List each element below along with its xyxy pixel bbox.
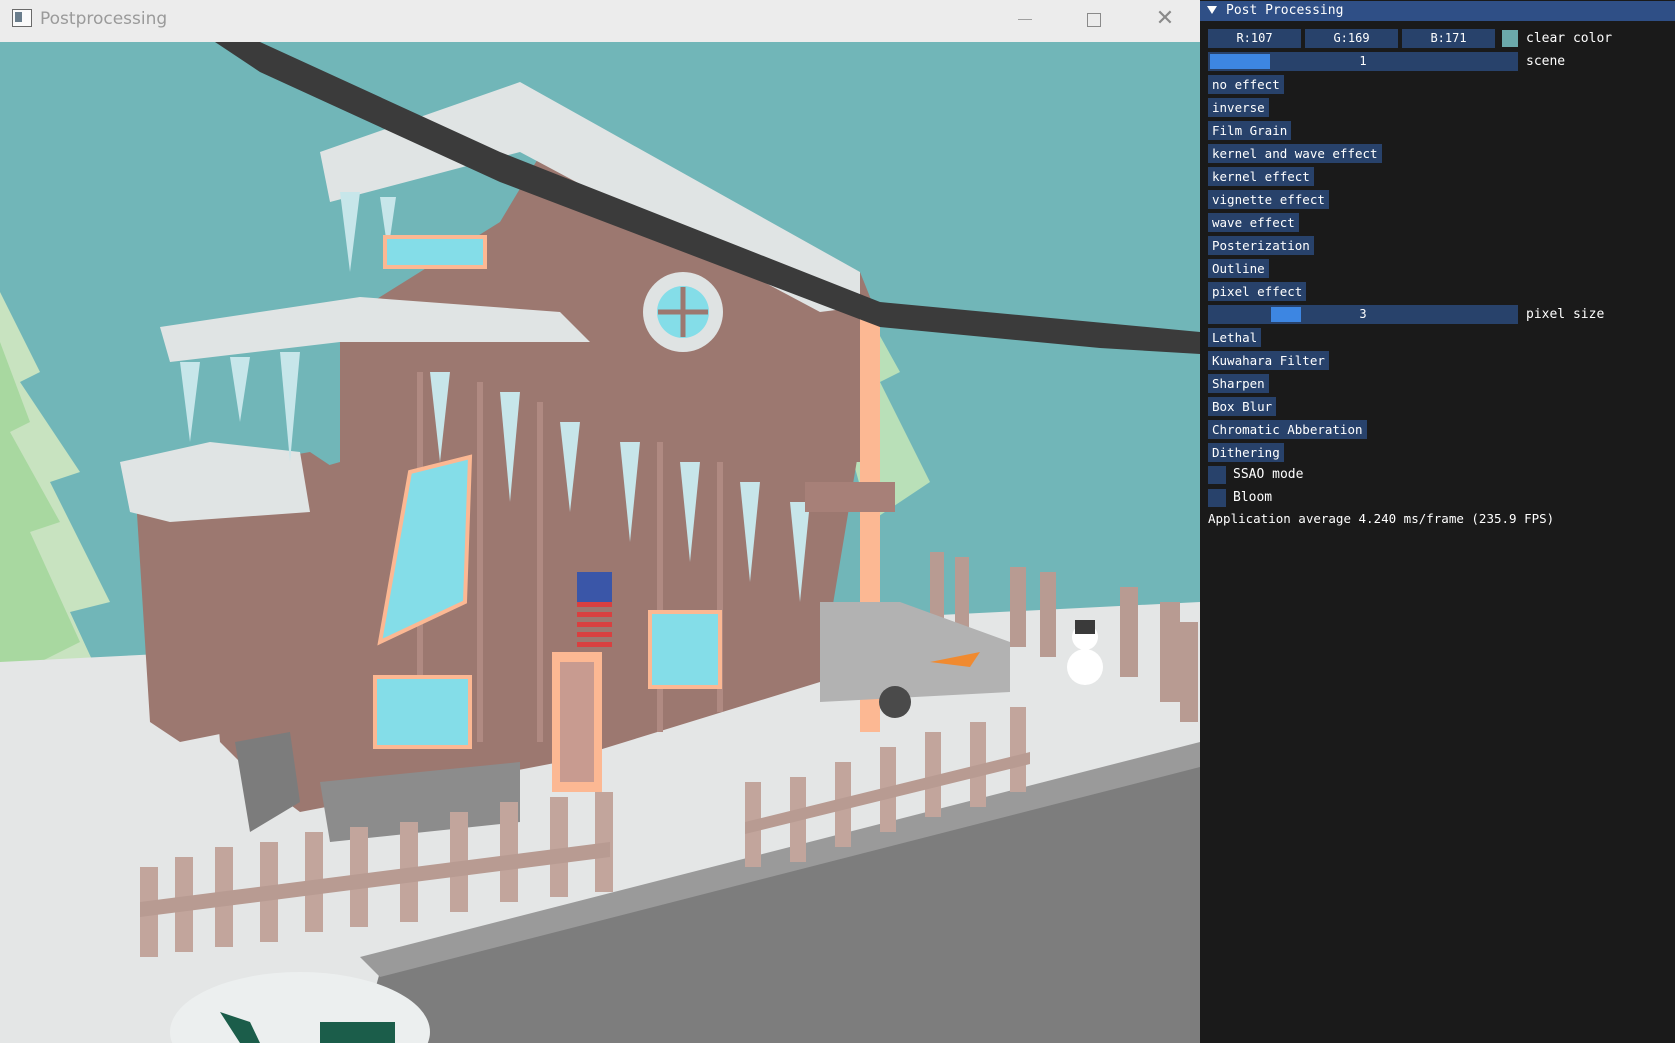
box-blur-button[interactable]: Box Blur: [1208, 397, 1277, 416]
clear-color-r-field[interactable]: R:107: [1208, 29, 1301, 48]
panel-header[interactable]: Post Processing: [1200, 1, 1675, 21]
clear-color-label: clear color: [1526, 31, 1613, 46]
kernel-and-wave-button[interactable]: kernel and wave effect: [1208, 144, 1382, 163]
lethal-button[interactable]: Lethal: [1208, 328, 1262, 347]
app-icon: [12, 9, 32, 27]
ssao-mode-checkbox[interactable]: [1208, 466, 1226, 484]
clear-color-b-field[interactable]: B:171: [1402, 29, 1495, 48]
kuwahara-filter-button[interactable]: Kuwahara Filter: [1208, 351, 1329, 370]
dithering-button[interactable]: Dithering: [1208, 443, 1284, 462]
render-viewport[interactable]: [0, 42, 1200, 1043]
panel-title: Post Processing: [1226, 3, 1344, 18]
window-title: Postprocessing: [40, 9, 168, 29]
pixel-size-slider[interactable]: 3: [1208, 305, 1518, 324]
maximize-button[interactable]: [1076, 6, 1112, 34]
clear-color-g-field[interactable]: G:169: [1305, 29, 1398, 48]
minimize-button[interactable]: [1007, 6, 1043, 34]
vignette-effect-button[interactable]: vignette effect: [1208, 190, 1329, 209]
chromatic-abberation-button[interactable]: Chromatic Abberation: [1208, 420, 1367, 439]
snowy-house-scene: [0, 42, 1200, 1043]
title-bar[interactable]: Postprocessing ✕: [0, 0, 1200, 42]
scene-slider[interactable]: 1: [1208, 52, 1518, 71]
kernel-effect-button[interactable]: kernel effect: [1208, 167, 1314, 186]
scene-slider-value: 1: [1359, 54, 1367, 68]
no-effect-button[interactable]: no effect: [1208, 75, 1284, 94]
scene-slider-label: scene: [1526, 54, 1566, 69]
bloom-label: Bloom: [1233, 490, 1273, 505]
ssao-mode-label: SSAO mode: [1233, 467, 1304, 482]
pixel-size-slider-value: 3: [1359, 307, 1367, 321]
app-window: Postprocessing ✕: [0, 0, 1200, 1043]
pixel-size-label: pixel size: [1526, 307, 1605, 322]
fps-readout: Application average 4.240 ms/frame (235.…: [1208, 511, 1555, 526]
posterization-button[interactable]: Posterization: [1208, 236, 1314, 255]
film-grain-button[interactable]: Film Grain: [1208, 121, 1292, 140]
wave-effect-button[interactable]: wave effect: [1208, 213, 1299, 232]
close-button[interactable]: ✕: [1147, 6, 1183, 34]
post-processing-panel: Post Processing R:107 G:169 B:171 clear …: [1200, 0, 1675, 1043]
sharpen-button[interactable]: Sharpen: [1208, 374, 1269, 393]
collapse-arrow-icon[interactable]: [1207, 6, 1217, 14]
clear-color-swatch[interactable]: [1502, 30, 1518, 47]
pixel-effect-button[interactable]: pixel effect: [1208, 282, 1307, 301]
outline-button[interactable]: Outline: [1208, 259, 1269, 278]
inverse-button[interactable]: inverse: [1208, 98, 1269, 117]
bloom-checkbox[interactable]: [1208, 489, 1226, 507]
